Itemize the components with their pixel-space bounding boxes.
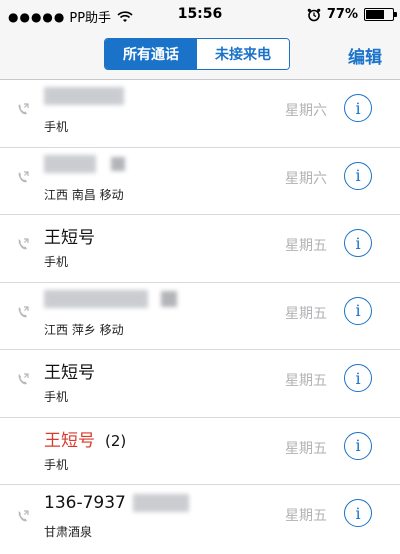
info-icon: i [355, 368, 361, 388]
caller-location: 江西 南昌 移动 [44, 187, 124, 202]
outgoing-call-icon [18, 510, 29, 522]
call-row[interactable]: 江西 萍乡 移动 星期五 i [0, 283, 400, 350]
call-row[interactable]: 王短号 手机 星期五 i [0, 350, 400, 418]
segment-all-calls[interactable]: 所有通话 [105, 39, 197, 69]
caller-name [44, 86, 124, 106]
caller-name: 王短号 (2) [44, 426, 126, 451]
blurred-caller [44, 289, 148, 308]
call-row[interactable]: 王短号 手机 星期五 i [0, 215, 400, 283]
caller-location: 手机 [44, 255, 69, 269]
call-filter-segmented-control: 所有通话 未接来电 [104, 38, 290, 70]
info-icon: i [355, 503, 361, 523]
blurred-caller [111, 156, 126, 171]
caller-name: 王短号 [44, 228, 95, 248]
blurred-caller [133, 494, 190, 512]
outgoing-call-icon [18, 305, 29, 317]
status-right: 77% [307, 7, 397, 22]
caller-location: 手机 [44, 120, 69, 134]
call-day: 星期五 [285, 508, 327, 524]
caller-name: 王短号 [44, 363, 95, 383]
call-day: 星期五 [285, 238, 327, 254]
call-day: 星期五 [285, 440, 327, 457]
call-count: (2) [105, 431, 127, 450]
info-button[interactable]: i [344, 431, 372, 460]
caller-location: 手机 [44, 390, 69, 404]
info-button[interactable]: i [344, 229, 372, 257]
caller-location: 江西 萍乡 移动 [44, 322, 124, 337]
status-bar: ●●●●● PP助手 15:56 77% [0, 0, 400, 30]
outgoing-call-icon [18, 170, 29, 182]
outgoing-call-icon [18, 373, 29, 385]
caller-number: 136-7937 [44, 493, 126, 513]
info-button[interactable]: i [344, 499, 372, 527]
call-row[interactable]: 手机 星期六 i [0, 80, 400, 148]
caller-location: 手机 [44, 457, 69, 472]
outgoing-call-icon [18, 238, 29, 250]
outgoing-call-icon [18, 103, 29, 115]
info-button[interactable]: i [344, 94, 372, 122]
caller-location: 甘肃酒泉 [44, 525, 93, 539]
blurred-caller [44, 154, 96, 173]
caller-name [44, 154, 126, 174]
call-day: 星期五 [285, 373, 327, 389]
call-day: 星期六 [285, 170, 327, 187]
caller-name [44, 289, 178, 309]
blurred-caller [44, 87, 124, 105]
call-day: 星期五 [285, 305, 327, 322]
info-icon: i [355, 301, 361, 320]
info-icon: i [355, 166, 361, 185]
info-button[interactable]: i [344, 161, 372, 190]
nav-bar: 所有通话 未接来电 编辑 [0, 30, 400, 80]
call-day: 星期六 [285, 103, 327, 119]
recent-calls-list: 手机 星期六 i 江西 南昌 移动 星期六 i 王短号 手机 星期五 i 江西 … [0, 80, 400, 553]
info-button[interactable]: i [344, 364, 372, 392]
info-icon: i [355, 436, 361, 455]
call-row[interactable]: 江西 南昌 移动 星期六 i [0, 148, 400, 215]
call-row[interactable]: 136-7937 甘肃酒泉 星期五 i [0, 485, 400, 553]
info-icon: i [355, 98, 361, 118]
battery-percent: 77% [326, 7, 358, 22]
blurred-caller [161, 290, 178, 307]
info-button[interactable]: i [344, 296, 372, 325]
battery-icon [364, 8, 397, 21]
battery-tip [394, 12, 397, 17]
edit-button[interactable]: 编辑 [348, 43, 382, 68]
call-row[interactable]: 王短号 (2) 手机 星期五 i [0, 418, 400, 485]
alarm-icon [307, 8, 321, 21]
caller-name: 136-7937 [44, 493, 190, 513]
battery-fill [366, 10, 385, 19]
caller-name-text: 王短号 [44, 430, 95, 451]
info-icon: i [355, 233, 361, 253]
segment-missed-calls[interactable]: 未接来电 [197, 39, 289, 69]
